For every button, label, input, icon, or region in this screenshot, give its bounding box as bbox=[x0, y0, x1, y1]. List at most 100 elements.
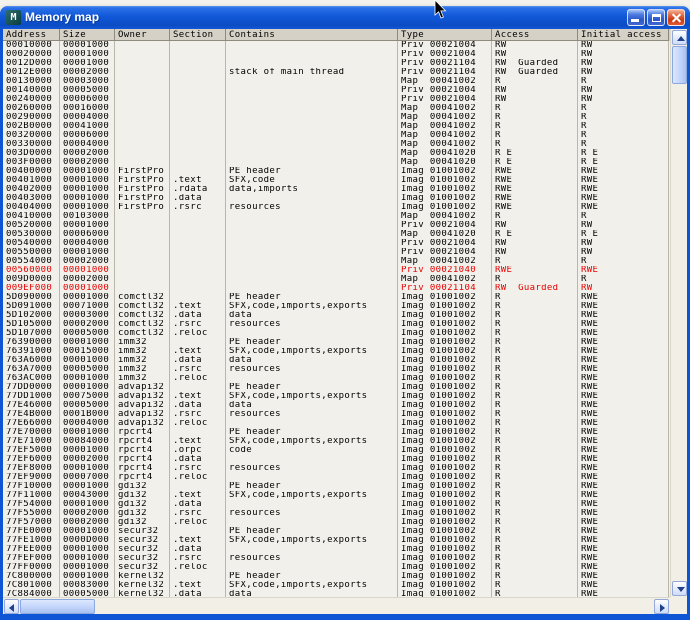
cell-section bbox=[170, 293, 226, 302]
table-row[interactable]: 5D10200000003000comctl32.datadataImag 01… bbox=[3, 311, 670, 320]
table-row[interactable]: 0026000000016000Map 00041002RR bbox=[3, 104, 670, 113]
table-row[interactable]: 0056000000001000Priv 00021040RWERWE bbox=[3, 266, 670, 275]
table-row[interactable]: 77FEF00000001000secur32.rsrcresourcesIma… bbox=[3, 554, 670, 563]
table-row[interactable]: 002B000000041000Map 00041002RR bbox=[3, 122, 670, 131]
column-header-section[interactable]: Section bbox=[170, 29, 226, 41]
cell-size: 00001000 bbox=[60, 527, 115, 536]
window-title: Memory map bbox=[25, 6, 625, 29]
table-row[interactable]: 7C80100000083000kernel32.textSFX,code,im… bbox=[3, 581, 670, 590]
cell-address: 009D0000 bbox=[3, 275, 60, 284]
table-row[interactable]: 0040200000001000FirstPro.rdatadata,impor… bbox=[3, 185, 670, 194]
vertical-scrollbar-thumb[interactable] bbox=[672, 46, 687, 84]
table-row[interactable]: 77EF600000002000rpcrt4.dataImag 01001002… bbox=[3, 455, 670, 464]
scroll-down-button[interactable] bbox=[672, 581, 687, 596]
table-row[interactable]: 0024000000006000Priv 00021004RWRW bbox=[3, 95, 670, 104]
table-row[interactable]: 0032000000006000Map 00041002RR bbox=[3, 131, 670, 140]
column-header-access[interactable]: Access bbox=[492, 29, 578, 41]
column-header-address[interactable]: Address bbox=[3, 29, 60, 41]
table-row[interactable]: 0002000000001000Priv 00021004RWRW bbox=[3, 50, 670, 59]
vertical-scrollbar[interactable] bbox=[670, 29, 687, 597]
table-row[interactable]: 77F5500000002000gdi32.rsrcresourcesImag … bbox=[3, 509, 670, 518]
cell-access: R bbox=[492, 500, 578, 509]
table-row[interactable]: 77F5700000002000gdi32.relocImag 01001002… bbox=[3, 518, 670, 527]
table-row[interactable]: 7C80000000001000kernel32PE headerImag 01… bbox=[3, 572, 670, 581]
table-row[interactable]: 5D10700000005000comctl32.relocImag 01001… bbox=[3, 329, 670, 338]
cell-type: Priv 00021004 bbox=[398, 95, 492, 104]
cell-access: R bbox=[492, 572, 578, 581]
table-row[interactable]: 003F000000002000Map 00041020R ER E bbox=[3, 158, 670, 167]
cell-section: .text bbox=[170, 302, 226, 311]
table-row[interactable]: 0040000000001000FirstProPE headerImag 01… bbox=[3, 167, 670, 176]
table-row[interactable]: 0012D00000001000Priv 00021104RW GuardedR… bbox=[3, 59, 670, 68]
memory-table-body: 0001000000001000Priv 00021004RWRW0002000… bbox=[3, 41, 670, 597]
horizontal-scrollbar-thumb[interactable] bbox=[20, 599, 95, 614]
table-row[interactable]: 77FE10000000D000secur32.textSFX,code,imp… bbox=[3, 536, 670, 545]
cell-size: 00001000 bbox=[60, 383, 115, 392]
table-row[interactable]: 0055000000001000Priv 00021004RWRW bbox=[3, 248, 670, 257]
table-row[interactable]: 003D000000002000Map 00041020R ER E bbox=[3, 149, 670, 158]
cell-contains bbox=[226, 275, 398, 284]
table-row[interactable]: 0041000000103000Map 00041002RR bbox=[3, 212, 670, 221]
cell-size: 00016000 bbox=[60, 104, 115, 113]
table-row[interactable]: 009D000000002000Map 00041002RR bbox=[3, 275, 670, 284]
table-row[interactable]: 77E7100000084000rpcrt4.textSFX,code,impo… bbox=[3, 437, 670, 446]
table-row[interactable]: 0033000000004000Map 00041002RR bbox=[3, 140, 670, 149]
table-row[interactable]: 763AC00000001000imm32.relocImag 01001002… bbox=[3, 374, 670, 383]
table-row[interactable]: 0001000000001000Priv 00021004RWRW bbox=[3, 41, 670, 50]
table-row[interactable]: 7C88400000005000kernel32.datadataImag 01… bbox=[3, 590, 670, 597]
table-row[interactable]: 77F1000000001000gdi32PE headerImag 01001… bbox=[3, 482, 670, 491]
table-row[interactable]: 77F5400000001000gdi32.dataImag 01001002R… bbox=[3, 500, 670, 509]
cell-contains bbox=[226, 500, 398, 509]
scroll-left-button[interactable] bbox=[4, 599, 19, 614]
column-header-type[interactable]: Type bbox=[398, 29, 492, 41]
table-row[interactable]: 0029000000004000Map 00041002RR bbox=[3, 113, 670, 122]
table-row[interactable]: 77DD000000001000advapi32PE headerImag 01… bbox=[3, 383, 670, 392]
table-row[interactable]: 0054000000004000Priv 00021004RWRW bbox=[3, 239, 670, 248]
table-row[interactable]: 0040100000001000FirstPro.textSFX,codeIma… bbox=[3, 176, 670, 185]
table-row[interactable]: 763A700000005000imm32.rsrcresourcesImag … bbox=[3, 365, 670, 374]
table-row[interactable]: 77F1100000043000gdi32.textSFX,code,impor… bbox=[3, 491, 670, 500]
table-row[interactable]: 77FEE00000001000secur32.dataImag 0100100… bbox=[3, 545, 670, 554]
minimize-button[interactable] bbox=[627, 9, 645, 26]
close-button[interactable] bbox=[667, 9, 685, 26]
column-header-owner[interactable]: Owner bbox=[115, 29, 170, 41]
table-row[interactable]: 5D10500000002000comctl32.rsrcresourcesIm… bbox=[3, 320, 670, 329]
table-row[interactable]: 77FF000000001000secur32.relocImag 010010… bbox=[3, 563, 670, 572]
table-row[interactable]: 77EF500000001000rpcrt4.orpccodeImag 0100… bbox=[3, 446, 670, 455]
table-row[interactable]: 0014000000005000Priv 00021004RWRW bbox=[3, 86, 670, 95]
table-row[interactable]: 7639100000015000imm32.textSFX,code,impor… bbox=[3, 347, 670, 356]
table-row[interactable]: 5D09000000001000comctl32PE headerImag 01… bbox=[3, 293, 670, 302]
table-row[interactable]: 0040300000001000FirstPro.dataImag 010010… bbox=[3, 194, 670, 203]
table-row[interactable]: 77E4600000005000advapi32.datadataImag 01… bbox=[3, 401, 670, 410]
table-row[interactable]: 77EF800000001000rpcrt4.rsrcresourcesImag… bbox=[3, 464, 670, 473]
scroll-up-button[interactable] bbox=[672, 30, 687, 45]
table-row[interactable]: 763A600000001000imm32.datadataImag 01001… bbox=[3, 356, 670, 365]
table-row[interactable]: 0012E00000002000stack of main threadPriv… bbox=[3, 68, 670, 77]
cell-section bbox=[170, 95, 226, 104]
column-header-contains[interactable]: Contains bbox=[226, 29, 398, 41]
table-row[interactable]: 77FE000000001000secur32PE headerImag 010… bbox=[3, 527, 670, 536]
table-row[interactable]: 0055400000002000Map 00041002RR bbox=[3, 257, 670, 266]
titlebar[interactable]: M Memory map bbox=[0, 6, 690, 29]
table-row[interactable]: 77EF900000007000rpcrt4.relocImag 0100100… bbox=[3, 473, 670, 482]
table-row[interactable]: 77DD100000075000advapi32.textSFX,code,im… bbox=[3, 392, 670, 401]
table-row[interactable]: 0040400000001000FirstPro.rsrcresourcesIm… bbox=[3, 203, 670, 212]
scroll-right-button[interactable] bbox=[654, 599, 669, 614]
table-row[interactable]: 009EF00000001000Priv 00021104RW GuardedR… bbox=[3, 284, 670, 293]
table-row[interactable]: 77E4B0000001B000advapi32.rsrcresourcesIm… bbox=[3, 410, 670, 419]
table-row[interactable]: 5D09100000071000comctl32.textSFX,code,im… bbox=[3, 302, 670, 311]
maximize-button[interactable] bbox=[647, 9, 665, 26]
cell-address: 77FEE000 bbox=[3, 545, 60, 554]
table-row[interactable]: 7639000000001000imm32PE headerImag 01001… bbox=[3, 338, 670, 347]
cell-section bbox=[170, 383, 226, 392]
column-header-size[interactable]: Size bbox=[60, 29, 115, 41]
table-row[interactable]: 77E7000000001000rpcrt4PE headerImag 0100… bbox=[3, 428, 670, 437]
table-row[interactable]: 0053000000006000Map 00041020R ER E bbox=[3, 230, 670, 239]
table-row[interactable]: 77E6600000004000advapi32.relocImag 01001… bbox=[3, 419, 670, 428]
column-header-initial-access[interactable]: Initial access bbox=[578, 29, 669, 41]
cell-contains: PE header bbox=[226, 383, 398, 392]
table-row[interactable]: 0052000000001000Priv 00021004RWRW bbox=[3, 221, 670, 230]
horizontal-scrollbar[interactable] bbox=[3, 597, 670, 614]
table-row[interactable]: 0013000000003000Map 00041002RR bbox=[3, 77, 670, 86]
cell-owner: comctl32 bbox=[115, 329, 170, 338]
